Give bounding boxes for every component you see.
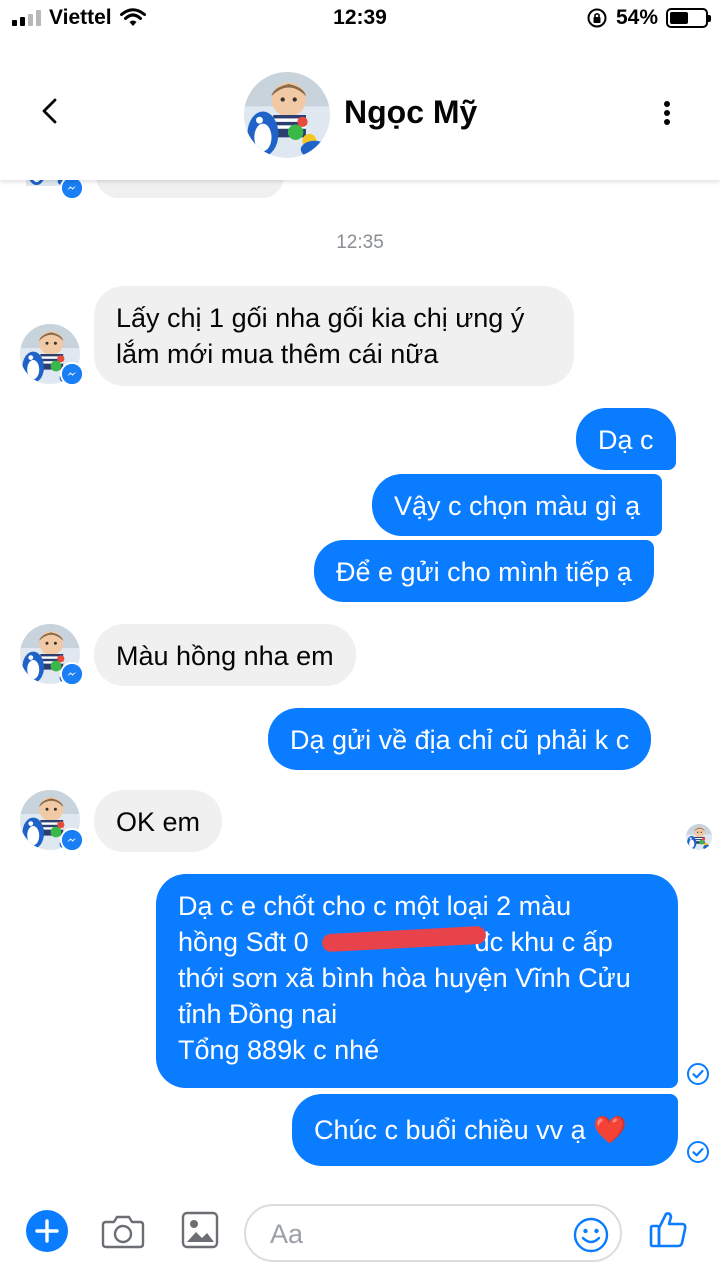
read-receipt-avatar: [686, 824, 712, 850]
message-input[interactable]: [270, 1218, 560, 1250]
message-text-line: lắm mới mua thêm cái nữa: [116, 339, 439, 369]
check-circle-icon: [686, 1062, 710, 1086]
messenger-icon: [60, 828, 84, 852]
conversation-timestamp: 12:35: [336, 232, 384, 253]
messenger-icon: [60, 662, 84, 686]
status-right: 54%: [586, 6, 711, 30]
camera-icon[interactable]: [100, 1210, 146, 1252]
message-text-line: thới sơn xã bình hòa huyện Vĩnh Cửu: [178, 963, 631, 993]
message-text-segment: hồng Sđt 0: [178, 927, 309, 957]
incoming-message[interactable]: Màu hồng nha em: [94, 624, 356, 686]
message-text-line: Lấy chị 1 gối nha gối kia chị ưng ý: [116, 303, 525, 333]
more-vertical-icon[interactable]: [652, 98, 682, 128]
message-text: Chúc c buổi chiều vv ạ: [314, 1115, 586, 1145]
message-text-line: Tổng 889k c nhé: [178, 1035, 380, 1065]
outgoing-message[interactable]: Chúc c buổi chiều vv ạ ❤️: [292, 1094, 678, 1166]
status-bar: Viettel 12:39 54%: [0, 0, 720, 40]
incoming-message[interactable]: Lấy chị 1 gối nha gối kia chị ưng ý lắm …: [94, 286, 574, 386]
message-text-line: tỉnh Đồng nai: [178, 999, 338, 1029]
message-text-line: Dạ c e chốt cho c một loại 2 màu: [178, 891, 572, 921]
thumbs-up-icon[interactable]: [648, 1208, 690, 1250]
incoming-message[interactable]: OK em: [94, 790, 223, 852]
outgoing-message[interactable]: Dạ c: [576, 408, 676, 470]
chevron-left-icon[interactable]: [36, 96, 66, 126]
outgoing-message[interactable]: Dạ c e chốt cho c một loại 2 màu hồng Sđ…: [156, 874, 678, 1088]
smile-icon[interactable]: [572, 1216, 610, 1254]
messenger-icon: [60, 362, 84, 386]
plus-icon[interactable]: [26, 1210, 68, 1252]
message-input-field[interactable]: [244, 1204, 622, 1262]
image-icon[interactable]: [180, 1208, 220, 1252]
battery-percent: 54%: [615, 6, 658, 29]
heart-emoji: ❤️: [593, 1115, 627, 1146]
contact-avatar[interactable]: [244, 72, 330, 158]
outgoing-message[interactable]: Dạ gửi về địa chỉ cũ phải k c: [268, 708, 652, 770]
outgoing-message[interactable]: Để e gửi cho mình tiếp ạ: [314, 540, 654, 602]
message-text-segment: đc khu c ấp: [474, 927, 613, 957]
composer-bar: [0, 1196, 720, 1280]
orientation-lock-icon: [587, 8, 607, 28]
outgoing-message[interactable]: Vậy c chọn màu gì ạ: [372, 474, 663, 536]
contact-name[interactable]: Ngọc Mỹ: [344, 94, 477, 131]
check-circle-icon: [686, 1140, 710, 1164]
conversation-header: Ngọc Mỹ: [0, 44, 720, 180]
battery-icon: [666, 8, 711, 28]
